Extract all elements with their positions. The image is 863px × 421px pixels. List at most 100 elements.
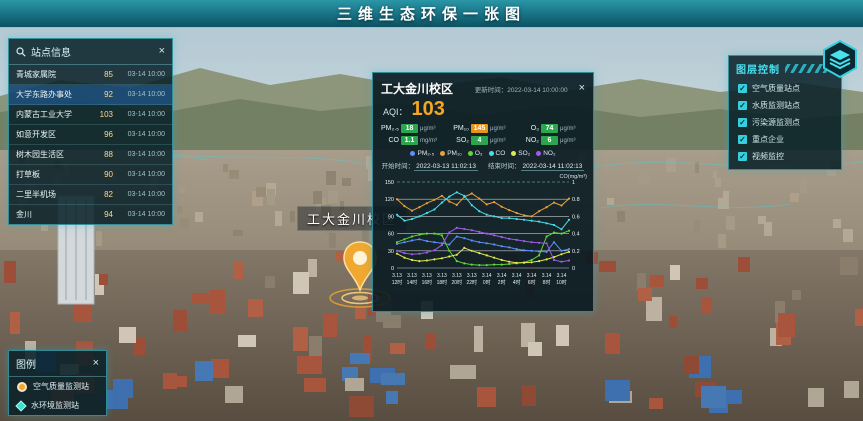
layer-item[interactable]: ✓污染源监测点	[729, 114, 841, 131]
start-time[interactable]: 开始时间：2022-03-13 11:02:13	[382, 160, 478, 170]
close-icon[interactable]: ×	[579, 83, 585, 94]
search-icon	[16, 47, 26, 57]
station-row[interactable]: 金川9403-14 10:00	[9, 205, 172, 224]
legend-item[interactable]: NO₂	[536, 150, 555, 157]
city-building	[808, 388, 824, 407]
city-building	[726, 216, 735, 230]
layer-item[interactable]: ✓重点企业	[729, 131, 841, 148]
svg-text:3.14: 3.14	[497, 273, 507, 279]
checkbox-checked-icon[interactable]: ✓	[738, 84, 747, 93]
station-row[interactable]: 如意开发区9603-14 10:00	[9, 125, 172, 145]
station-row[interactable]: 二里半机场8203-14 10:00	[9, 185, 172, 205]
svg-text:3.14: 3.14	[482, 273, 492, 279]
checkbox-checked-icon[interactable]: ✓	[738, 152, 747, 161]
layer-item[interactable]: ✓水质监测站点	[729, 97, 841, 114]
city-building	[248, 299, 263, 317]
station-name: 二里半机场	[16, 189, 93, 200]
city-building	[180, 218, 189, 229]
svg-text:CO(mg/m³): CO(mg/m³)	[560, 174, 588, 180]
legend-item[interactable]: CO	[489, 150, 506, 157]
pollutant-label: O₃	[519, 125, 539, 132]
city-building	[843, 229, 853, 242]
legend-item[interactable]: SO₂	[511, 150, 530, 157]
city-building	[256, 187, 266, 197]
city-building	[225, 386, 243, 403]
city-building	[342, 178, 351, 186]
station-aqi-value: 85	[93, 70, 113, 79]
city-building	[223, 164, 228, 172]
svg-text:60: 60	[388, 232, 394, 238]
close-icon[interactable]: ×	[93, 358, 99, 369]
pollutant-value: 6	[541, 136, 558, 145]
city-building	[195, 212, 203, 222]
city-building	[666, 158, 676, 172]
pollutant-trend-chart[interactable]: 00300.2600.4900.61200.81501CO(mg/m³)3.13…	[377, 172, 589, 298]
legend-item[interactable]: PM₂.₅	[410, 150, 434, 157]
station-row[interactable]: 打草板9003-14 10:00	[9, 165, 172, 185]
legend-list: 空气质量监测站水环境监测站	[9, 377, 106, 415]
pollutant-card: PM₁₀145μg/m³	[449, 124, 517, 133]
checkbox-checked-icon[interactable]: ✓	[738, 135, 747, 144]
city-building	[345, 378, 364, 391]
checkbox-checked-icon[interactable]: ✓	[738, 118, 747, 127]
city-building	[267, 189, 275, 205]
legend-dot-icon	[410, 151, 415, 156]
layers-hexagon-icon[interactable]	[820, 39, 860, 79]
city-building	[290, 211, 295, 222]
svg-text:0时: 0时	[483, 279, 491, 286]
legend-dot-icon	[489, 151, 494, 156]
checkbox-checked-icon[interactable]: ✓	[738, 101, 747, 110]
city-building	[326, 171, 336, 185]
city-building	[790, 193, 799, 202]
station-aqi-value: 94	[93, 210, 113, 219]
city-building	[229, 170, 239, 179]
aqi-label: AQI：	[383, 105, 408, 118]
city-building	[450, 365, 476, 379]
station-row[interactable]: 树木园生活区8803-14 10:00	[9, 145, 172, 165]
legend-item[interactable]: PM₁₀	[440, 150, 462, 157]
aqi-row: AQI： 103	[373, 99, 593, 119]
station-aqi-value: 88	[93, 150, 113, 159]
svg-text:4时: 4时	[513, 279, 521, 286]
city-building	[778, 313, 795, 337]
city-building	[670, 265, 680, 280]
city-building	[522, 385, 536, 406]
layer-item[interactable]: ✓空气质量站点	[729, 80, 841, 97]
close-icon[interactable]: ×	[159, 46, 165, 57]
city-building	[211, 359, 229, 378]
station-row[interactable]: 内蒙古工业大学10303-14 10:00	[9, 105, 172, 125]
svg-text:3.14: 3.14	[542, 273, 552, 279]
pollutant-card: PM₂.₅18μg/m³	[379, 124, 447, 133]
legend-label: O₃	[475, 150, 483, 157]
svg-text:14时: 14时	[407, 279, 418, 286]
city-building	[113, 379, 133, 398]
city-building	[599, 261, 616, 272]
station-aqi-value: 96	[93, 130, 113, 139]
svg-text:16时: 16时	[422, 279, 433, 286]
station-list: 青城家属院8503-14 10:00大学东路办事处9203-14 10:00内蒙…	[9, 65, 172, 224]
station-row[interactable]: 青城家属院8503-14 10:00	[9, 65, 172, 85]
pollutant-label: CO	[379, 137, 399, 144]
city-building	[293, 327, 308, 351]
city-building	[477, 387, 496, 407]
city-building	[715, 178, 721, 187]
station-row[interactable]: 大学东路办事处9203-14 10:00	[9, 85, 172, 105]
city-building	[844, 381, 859, 398]
city-building	[701, 386, 726, 408]
station-update-time: 03-14 10:00	[118, 211, 165, 218]
svg-text:3.14: 3.14	[557, 273, 567, 279]
city-building	[738, 257, 750, 272]
end-time[interactable]: 结束时间：2022-03-14 11:02:13	[488, 160, 584, 170]
layer-item[interactable]: ✓视频监控	[729, 148, 841, 165]
pollutant-unit: mg/m³	[420, 138, 437, 144]
city-building	[792, 290, 801, 300]
pollutant-label: SO₂	[449, 137, 469, 144]
station-update-time: 03-14 10:00	[118, 91, 165, 98]
station-name: 树木园生活区	[16, 149, 93, 160]
legend-item[interactable]: O₃	[468, 150, 483, 157]
svg-text:150: 150	[385, 180, 394, 186]
city-building	[233, 230, 243, 236]
city-building	[637, 273, 646, 290]
layer-list: ✓空气质量站点✓水质监测站点✓污染源监测点✓重点企业✓视频监控	[729, 80, 841, 165]
legend-panel-header: 图例 ×	[9, 351, 106, 377]
